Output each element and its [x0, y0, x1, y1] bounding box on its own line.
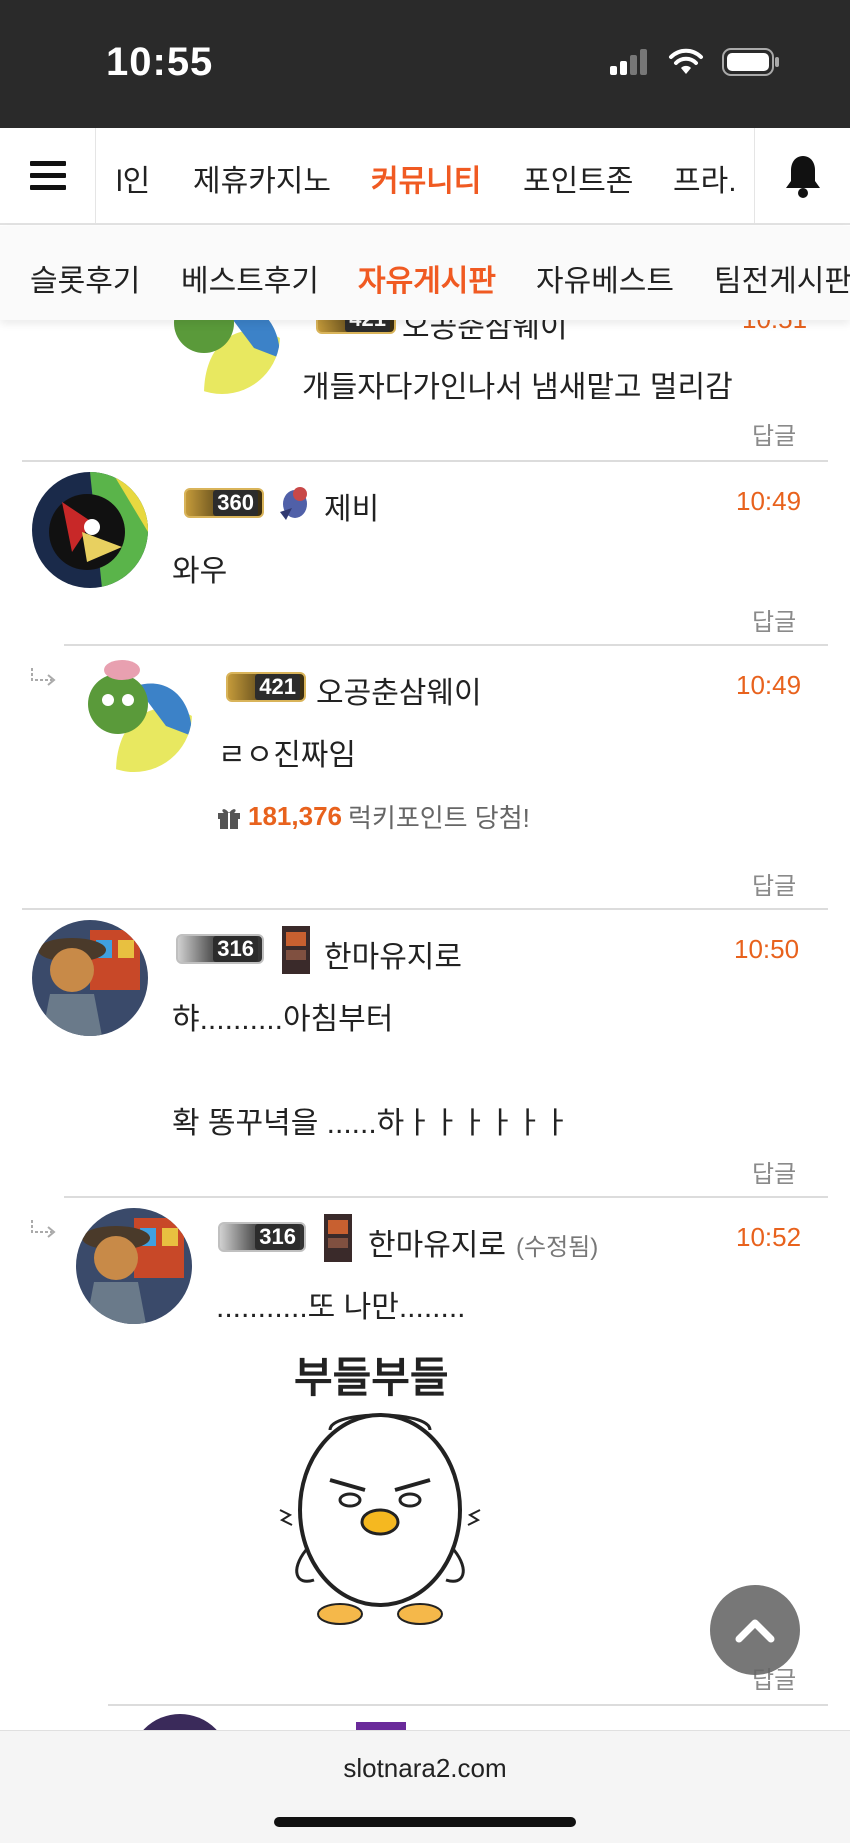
comment-text: 개들자다가인나서 냄새맡고 멀리감: [302, 371, 733, 404]
avatar[interactable]: [32, 472, 148, 588]
slot-machine-emblem-icon: [282, 926, 310, 974]
comment-author[interactable]: 오공춘삼웨이: [316, 668, 482, 712]
nav-item-login[interactable]: l인: [116, 156, 150, 200]
sticker-image: 부들부들: [270, 1344, 490, 1644]
comment-text: 확 똥꾸녁을 ......하ㅏㅏㅏㅏㅏㅏ: [172, 1107, 570, 1140]
comment-list: 421 오공춘삼웨이 10:51 개들자다가인나서 냄새맡고 멀리감 답글 36…: [0, 320, 850, 1730]
sub-item-best-review[interactable]: 베스트후기: [181, 256, 319, 300]
notification-button[interactable]: [754, 128, 850, 223]
home-indicator[interactable]: [274, 1817, 576, 1827]
sub-item-slot-review[interactable]: 슬롯후기: [30, 256, 140, 300]
chevron-up-icon: [735, 1619, 775, 1643]
status-bar: 10:55: [0, 0, 850, 128]
sub-item-team-board[interactable]: 팀전게시판: [714, 256, 850, 300]
avatar[interactable]: [76, 656, 192, 772]
comment-time: 10:52: [736, 1222, 802, 1252]
level-badge: 316: [218, 1222, 306, 1252]
menu-button[interactable]: [0, 128, 96, 223]
reply-button[interactable]: 답글: [752, 1154, 796, 1189]
battery-icon: [722, 48, 779, 76]
avatar[interactable]: [32, 920, 148, 1036]
comment-author[interactable]: 한마유지로: [324, 932, 462, 976]
lucky-point-text: 럭키포인트 당첨!: [347, 803, 530, 833]
sub-item-free-best[interactable]: 자유베스트: [536, 256, 674, 300]
comment-author[interactable]: 제비: [324, 484, 379, 528]
nav-item-partner-casino[interactable]: 제휴카지노: [193, 156, 331, 200]
status-icons: [610, 48, 780, 76]
address-bar-url[interactable]: slotnara2.com: [0, 1753, 850, 1784]
nav-item-more[interactable]: 프라.: [673, 156, 737, 200]
reply-button[interactable]: 답글: [752, 602, 796, 637]
avatar[interactable]: [76, 1208, 192, 1324]
nav-item-point-zone[interactable]: 포인트존: [523, 156, 633, 200]
edited-label: (수정됨): [516, 1234, 599, 1261]
main-navigation: l인 제휴카지노 커뮤니티 포인트존 프라.: [0, 128, 850, 225]
comment-time: 10:51: [742, 320, 807, 335]
browser-bottom-bar: slotnara2.com: [0, 1730, 850, 1843]
level-badge: 421: [316, 320, 396, 334]
comment-text: ㄹㅇ진짜임: [218, 739, 356, 772]
bird-emblem-icon: [280, 487, 307, 520]
lucky-point-notice: 181,376 럭키포인트 당첨!: [216, 798, 530, 835]
divider: [64, 644, 828, 646]
nav-item-community[interactable]: 커뮤니티: [371, 156, 481, 200]
comment-time: 10:49: [736, 670, 802, 700]
divider: [22, 460, 828, 462]
nav-items: l인 제휴카지노 커뮤니티 포인트존 프라.: [96, 128, 752, 223]
avatar[interactable]: [130, 1714, 230, 1730]
level-badge: 316: [176, 934, 264, 964]
signal-icon: [610, 49, 647, 75]
comment-text: 햐..........아침부터: [172, 1003, 394, 1036]
avatar[interactable]: [164, 320, 280, 394]
divider: [22, 908, 828, 910]
reply-arrow-icon: [31, 1220, 56, 1238]
sub-navigation: 슬롯후기 베스트후기 자유게시판 자유베스트 팀전게시판: [0, 226, 850, 320]
level-badge: 360: [184, 488, 264, 518]
wifi-icon: [669, 48, 703, 74]
comment-text: ...........또 나만........: [216, 1291, 466, 1324]
sub-item-free-board[interactable]: 자유게시판: [358, 256, 496, 300]
comment-author[interactable]: 오공춘삼웨이: [402, 320, 568, 346]
sticker-caption: 부들부들: [294, 1354, 449, 1401]
reply-arrow-icon: [31, 668, 56, 686]
level-badge: 421: [226, 672, 306, 702]
comment-time: 10:50: [734, 934, 800, 964]
status-time: 10:55: [106, 40, 214, 84]
comment-text: 와우: [172, 555, 228, 588]
divider: [64, 1196, 828, 1198]
divider: [108, 1704, 828, 1706]
gift-icon: [218, 808, 240, 829]
lucky-point-amount: 181,376: [248, 801, 342, 831]
bell-icon: [785, 155, 820, 198]
scroll-to-top-button[interactable]: [710, 1585, 800, 1675]
comment-author[interactable]: 한마유지로 (수정됨): [368, 1220, 598, 1264]
member-emblem: [356, 1722, 406, 1730]
reply-button[interactable]: 답글: [752, 866, 796, 901]
slot-machine-emblem-icon: [324, 1214, 352, 1262]
comment-time: 10:49: [736, 486, 802, 516]
reply-button[interactable]: 답글: [752, 416, 796, 451]
menu-icon: [29, 160, 66, 190]
